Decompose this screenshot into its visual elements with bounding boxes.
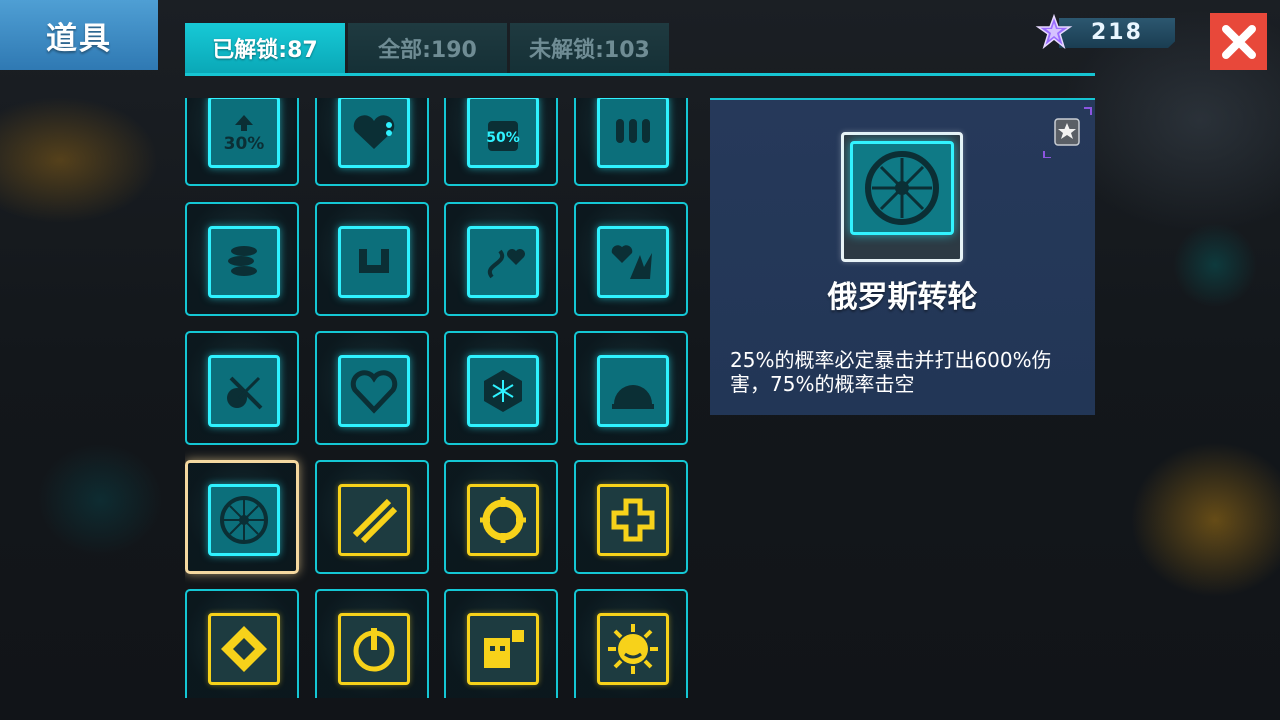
heart-explosion-icon xyxy=(597,226,669,298)
item-detail-panel: 俄罗斯转轮 25%的概率必定暴击并打出600%伤害，75%的概率击空 xyxy=(710,98,1095,415)
grid-item[interactable] xyxy=(185,202,299,316)
selected-item-frame xyxy=(841,132,963,262)
coins-stack-icon xyxy=(208,226,280,298)
target-ring-icon xyxy=(467,484,539,556)
skull-sword-icon xyxy=(208,355,280,427)
puzzle-cross-icon xyxy=(597,484,669,556)
purple-star-icon xyxy=(1035,14,1073,50)
grid-item[interactable] xyxy=(315,98,429,186)
grid-item[interactable] xyxy=(315,202,429,316)
grid-item[interactable] xyxy=(315,589,429,698)
angry-sun-icon xyxy=(597,613,669,685)
grid-item[interactable] xyxy=(185,589,299,698)
tab-locked[interactable]: 未解锁:103 xyxy=(510,23,669,73)
bullets-icon xyxy=(597,98,669,168)
roulette-wheel-icon xyxy=(208,484,280,556)
tab-unlocked[interactable]: 已解锁:87 xyxy=(185,23,345,73)
silver-star-badge-icon xyxy=(1043,107,1092,158)
tab-all[interactable]: 全部:190 xyxy=(348,23,507,73)
svg-text:50%: 50% xyxy=(486,130,520,146)
item-name: 俄罗斯转轮 xyxy=(827,280,978,315)
monster-blocks-icon xyxy=(467,613,539,685)
magnet-icon xyxy=(338,226,410,298)
diagonal-arrows-icon xyxy=(338,484,410,556)
grid-item[interactable] xyxy=(574,98,688,186)
grid-item[interactable] xyxy=(574,331,688,445)
diamond-icon xyxy=(208,613,280,685)
grid-item[interactable] xyxy=(315,460,429,574)
heart-frame-icon xyxy=(338,355,410,427)
svg-text:30%: 30% xyxy=(224,134,265,154)
roulette-wheel-icon xyxy=(850,141,954,235)
grid-item[interactable] xyxy=(574,589,688,698)
grid-item[interactable]: 50% xyxy=(444,98,558,186)
heart-regen-icon xyxy=(338,98,410,168)
item-grid[interactable]: 30% 50% xyxy=(185,98,693,698)
speed-boost-30-icon: 30% xyxy=(208,98,280,168)
snowflake-hex-icon xyxy=(467,355,539,427)
close-icon xyxy=(1221,24,1256,59)
grid-item[interactable]: 30% xyxy=(185,98,299,186)
item-description: 25%的概率必定暴击并打出600%伤害，75%的概率击空 xyxy=(730,348,1052,396)
shield-50-icon: 50% xyxy=(467,98,539,168)
heart-path-icon xyxy=(467,226,539,298)
grid-item-selected[interactable] xyxy=(185,460,299,574)
grid-item[interactable] xyxy=(444,202,558,316)
grid-item[interactable] xyxy=(444,331,558,445)
grid-item[interactable] xyxy=(574,460,688,574)
tab-underline xyxy=(185,73,1095,76)
alarm-helmet-icon xyxy=(597,355,669,427)
currency-value: 218 xyxy=(1091,20,1143,45)
page-title: 道具 xyxy=(46,20,112,57)
grid-item[interactable] xyxy=(444,460,558,574)
grid-item[interactable] xyxy=(444,589,558,698)
grid-item[interactable] xyxy=(315,331,429,445)
grid-item[interactable] xyxy=(185,331,299,445)
page-title-tab: 道具 xyxy=(0,0,158,70)
filter-tabs: 已解锁:87 全部:190 未解锁:103 xyxy=(185,23,669,73)
grid-item[interactable] xyxy=(574,202,688,316)
power-icon xyxy=(338,613,410,685)
close-button[interactable] xyxy=(1210,13,1267,70)
